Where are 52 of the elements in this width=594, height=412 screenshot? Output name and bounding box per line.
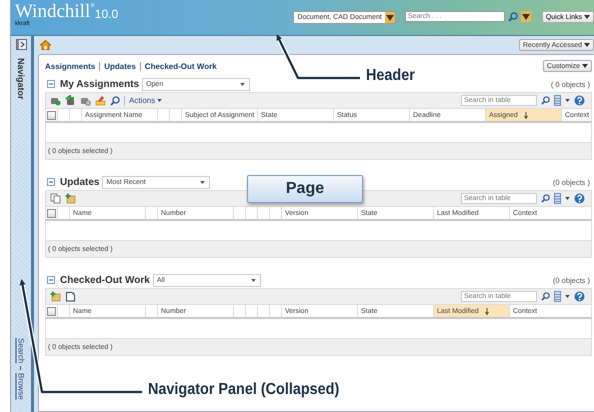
search-icon[interactable]	[541, 292, 550, 301]
caret-icon[interactable]	[565, 197, 570, 200]
search-icon[interactable]	[541, 96, 550, 105]
navigator-title[interactable]: Navigator	[16, 58, 26, 100]
help-icon[interactable]	[574, 95, 585, 106]
sort-arrow-icon	[484, 308, 489, 314]
select-all-checkbox[interactable]	[47, 110, 56, 120]
caret-icon[interactable]	[565, 99, 570, 102]
select-all-checkbox[interactable]	[47, 208, 56, 218]
caret-icon[interactable]	[250, 278, 256, 282]
section-title: Updates	[60, 176, 100, 188]
copy-icon[interactable]	[50, 193, 61, 204]
page-link[interactable]: Updates	[104, 62, 136, 70]
collapse-icon[interactable]	[47, 178, 55, 186]
add-icon[interactable]	[65, 193, 76, 204]
section-title: Checked-Out Work	[60, 274, 150, 286]
select-all-checkbox[interactable]	[47, 306, 56, 316]
task-reassign-icon[interactable]	[65, 95, 76, 106]
section-title: My Assignments	[60, 78, 140, 90]
page-link[interactable]: Assignments	[45, 62, 96, 70]
actions-menu[interactable]: Actions	[129, 96, 162, 105]
callout-label: Navigator Panel (Collapsed)	[148, 381, 340, 399]
callout-box: Page	[247, 175, 363, 203]
callout-label: Header	[366, 67, 415, 85]
caret-icon[interactable]	[565, 295, 570, 298]
search-icon[interactable]	[541, 194, 550, 203]
expand-icon[interactable]	[16, 39, 26, 50]
edit-icon[interactable]	[95, 95, 106, 106]
product-logo: Windchill$^{®}$ 10.0	[15, 2, 118, 21]
caret-icon[interactable]	[200, 180, 206, 184]
caret-icon[interactable]	[584, 15, 590, 19]
add-icon[interactable]	[50, 291, 61, 302]
sort-arrow-icon	[524, 112, 528, 118]
task-remove-icon[interactable]	[80, 95, 91, 106]
caret-icon[interactable]	[384, 12, 395, 23]
task-complete-icon[interactable]	[50, 95, 61, 106]
search-icon[interactable]	[508, 12, 518, 22]
caret-icon[interactable]	[240, 82, 246, 86]
navigator-link[interactable]: Browse	[16, 373, 26, 400]
help-icon[interactable]	[574, 193, 585, 204]
new-document-icon[interactable]	[65, 291, 76, 302]
navigator-link[interactable]: Search	[16, 338, 26, 364]
help-icon[interactable]	[574, 291, 585, 302]
search-icon[interactable]	[110, 96, 120, 106]
caret-icon[interactable]	[582, 64, 588, 68]
caret-icon[interactable]	[157, 99, 162, 102]
home-icon[interactable]	[40, 40, 51, 50]
page-link[interactable]: Checked-Out Work	[144, 62, 217, 70]
collapse-icon[interactable]	[47, 80, 55, 88]
caret-icon[interactable]	[520, 11, 531, 22]
collapse-icon[interactable]	[47, 276, 55, 284]
caret-icon[interactable]	[584, 43, 590, 47]
